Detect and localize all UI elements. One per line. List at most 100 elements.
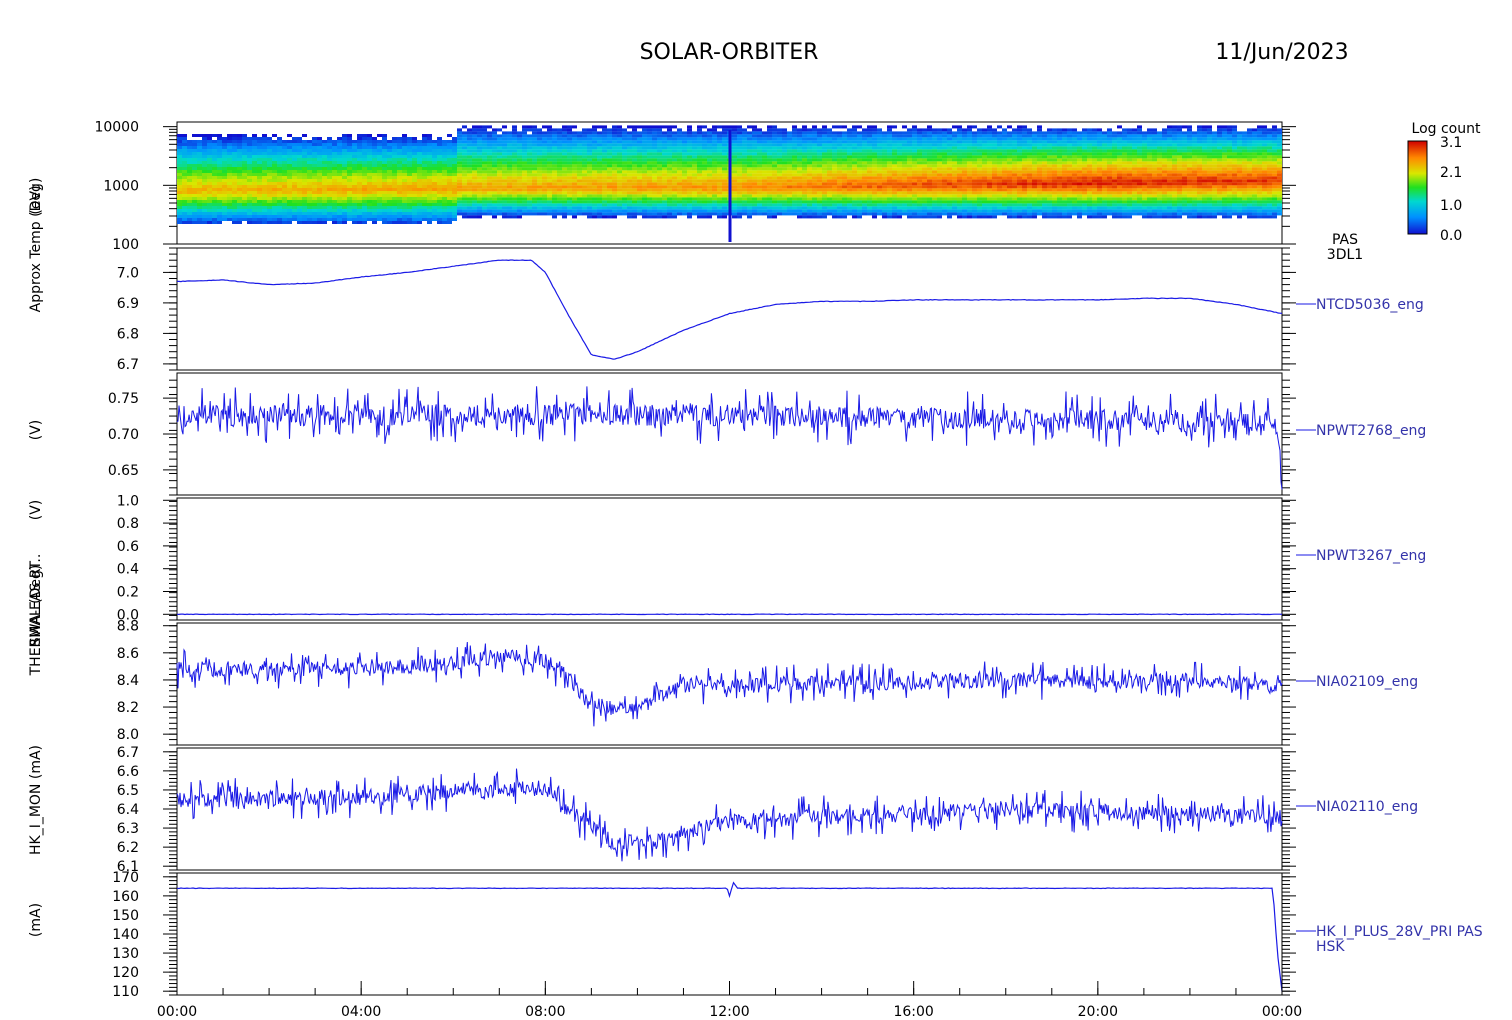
- spectrogram-cell: [282, 200, 287, 203]
- spectrogram-cell: [987, 155, 992, 159]
- spectrogram-cell: [772, 128, 777, 132]
- spectrogram-cell: [762, 191, 767, 195]
- spectrogram-cell: [867, 134, 872, 138]
- spectrogram-cell: [617, 176, 622, 180]
- spectrogram-cell: [402, 200, 407, 203]
- spectrogram-cell: [952, 212, 957, 216]
- spectrogram-cell: [967, 215, 972, 219]
- spectrogram-cell: [257, 191, 262, 194]
- spectrogram-cell: [957, 128, 962, 132]
- spectrogram-cell: [672, 194, 677, 198]
- spectrogram-cell: [982, 146, 987, 150]
- spectrogram-cell: [402, 191, 407, 194]
- spectrogram-cell: [892, 215, 897, 219]
- spectrogram-cell: [377, 146, 382, 149]
- spectrogram-cell: [397, 146, 402, 149]
- spectrogram-cell: [1012, 185, 1017, 189]
- spectrogram-cell: [252, 146, 257, 149]
- spectrogram-cell: [277, 206, 282, 209]
- spectrogram-cell: [897, 176, 902, 180]
- spectrogram-cell: [362, 194, 367, 197]
- spectrogram-cell: [407, 146, 412, 149]
- spectrogram-cell: [292, 209, 297, 212]
- spectrogram-cell: [682, 191, 687, 195]
- spectrogram-cell: [302, 134, 307, 137]
- spectrogram-cell: [697, 185, 702, 189]
- spectrogram-cell: [857, 143, 862, 147]
- spectrogram-cell: [427, 197, 432, 200]
- spectrogram-cell: [852, 188, 857, 192]
- spectrogram-cell: [1012, 128, 1017, 132]
- spectrogram-cell: [487, 200, 492, 204]
- spectrogram-cell: [292, 212, 297, 215]
- spectrogram-cell: [942, 143, 947, 147]
- spectrogram-cell: [322, 188, 327, 191]
- spectrogram-cell: [547, 137, 552, 141]
- spectrogram-cell: [407, 161, 412, 164]
- spectrogram-cell: [317, 149, 322, 152]
- spectrogram-cell: [882, 137, 887, 141]
- spectrogram-cell: [287, 158, 292, 161]
- spectrogram-cell: [657, 179, 662, 183]
- spectrogram-cell: [502, 173, 507, 177]
- spectrogram-cell: [762, 149, 767, 153]
- spectrogram-cell: [892, 155, 897, 159]
- spectrogram-cell: [547, 173, 552, 177]
- spectrogram-cell: [347, 203, 352, 206]
- spectrogram-cell: [362, 152, 367, 155]
- spectrogram-cell: [602, 188, 607, 192]
- spectrogram-cell: [212, 197, 217, 200]
- spectrogram-cell: [592, 128, 597, 132]
- spectrogram-cell: [322, 212, 327, 215]
- spectrogram-cell: [292, 218, 297, 221]
- spectrogram-cell: [182, 179, 187, 182]
- spectrogram-cell: [632, 197, 637, 201]
- spectrogram-cell: [217, 170, 222, 173]
- spectrogram-cell: [1007, 206, 1012, 210]
- spectrogram-cell: [757, 149, 762, 153]
- spectrogram-cell: [297, 185, 302, 188]
- spectrogram-cell: [362, 185, 367, 188]
- spectrogram-cell: [257, 152, 262, 155]
- spectrogram-cell: [837, 203, 842, 207]
- spectrogram-cell: [907, 185, 912, 189]
- spectrogram-cell: [427, 134, 432, 137]
- spectrogram-cell: [562, 125, 567, 129]
- spectrogram-cell: [387, 194, 392, 197]
- spectrogram-cell: [407, 152, 412, 155]
- spectrogram-cell: [242, 182, 247, 185]
- spectrogram-cell: [592, 161, 597, 165]
- spectrogram-cell: [412, 203, 417, 206]
- spectrogram-cell: [387, 149, 392, 152]
- spectrogram-cell: [297, 182, 302, 185]
- spectrogram-cell: [502, 134, 507, 138]
- spectrogram-cell: [372, 152, 377, 155]
- spectrogram-cell: [657, 143, 662, 147]
- spectrogram-cell: [427, 185, 432, 188]
- spectrogram-cell: [832, 188, 837, 192]
- spectrogram-cell: [672, 203, 677, 207]
- spectrogram-cell: [522, 188, 527, 192]
- spectrogram-cell: [1007, 212, 1012, 216]
- spectrogram-cell: [622, 128, 627, 132]
- spectrogram-cell: [392, 158, 397, 161]
- spectrogram-cell: [462, 182, 467, 186]
- spectrogram-cell: [857, 170, 862, 174]
- spectrogram-cell: [667, 146, 672, 150]
- spectrogram-cell: [997, 191, 1002, 195]
- spectrogram-cell: [412, 167, 417, 170]
- spectrogram-cell: [287, 194, 292, 197]
- spectrogram-cell: [442, 164, 447, 167]
- spectrogram-cell: [252, 170, 257, 173]
- spectrogram-cell: [952, 182, 957, 186]
- spectrogram-cell: [252, 152, 257, 155]
- spectrogram-cell: [1002, 170, 1007, 174]
- spectrogram-cell: [222, 170, 227, 173]
- spectrogram-cell: [272, 179, 277, 182]
- spectrogram-cell: [362, 215, 367, 218]
- spectrogram-cell: [762, 179, 767, 183]
- spectrogram-cell: [787, 182, 792, 186]
- spectrogram-cell: [407, 188, 412, 191]
- mission-title: SOLAR-ORBITER: [640, 40, 819, 65]
- spectrogram-cell: [737, 191, 742, 195]
